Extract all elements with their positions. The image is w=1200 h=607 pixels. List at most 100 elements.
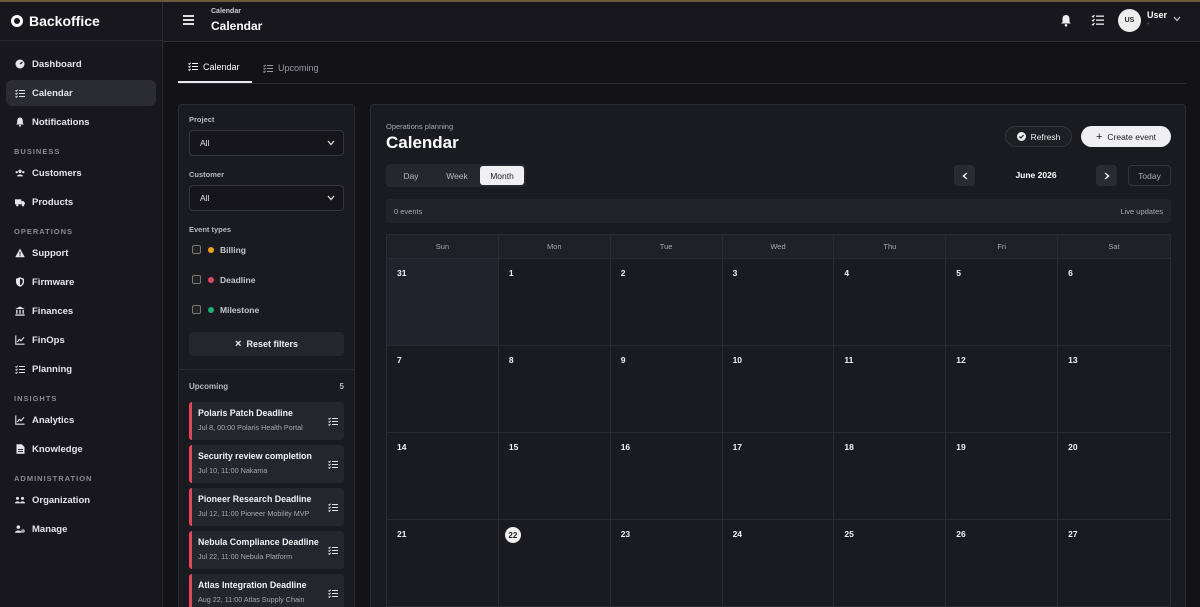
upcoming-item-meta: Aug 22, 11:00 Atlas Supply Chain — [198, 595, 305, 604]
event-color-dot — [208, 246, 214, 253]
upcoming-item[interactable]: Security review completion Jul 10, 11:00 … — [189, 445, 344, 483]
day-cell[interactable]: 14 — [387, 433, 499, 519]
week-row: 21 22 23 24 25 26 27 — [387, 520, 1170, 607]
day-cell[interactable]: 13 — [1058, 346, 1170, 432]
day-number: 20 — [1068, 442, 1078, 452]
sidebar-item-support[interactable]: Support — [6, 240, 156, 266]
day-cell[interactable]: 3 — [723, 259, 835, 345]
sidebar-item-products[interactable]: Products — [6, 189, 156, 215]
checkbox[interactable] — [192, 305, 201, 314]
day-cell[interactable]: 27 — [1058, 520, 1170, 606]
day-cell[interactable]: 5 — [946, 259, 1059, 345]
weekday-header: Mon — [499, 235, 611, 258]
reset-filters-label: Reset filters — [246, 339, 298, 349]
event-types-label: Event types — [189, 225, 232, 234]
checklist-icon[interactable] — [1091, 14, 1104, 26]
bell-icon — [15, 117, 25, 127]
day-cell[interactable]: 23 — [611, 520, 723, 606]
day-number: 2 — [620, 268, 626, 278]
sidebar-item-finances[interactable]: Finances — [6, 298, 156, 324]
day-cell[interactable]: 10 — [723, 346, 835, 432]
tab-calendar[interactable]: Calendar — [178, 52, 252, 83]
shield-icon — [15, 277, 25, 287]
sidebar-item-manage[interactable]: Manage — [6, 516, 156, 542]
view-switcher: Day Week Month — [386, 164, 526, 187]
sidebar-item-organization[interactable]: Organization — [6, 487, 156, 513]
next-month-button[interactable] — [1096, 165, 1117, 186]
day-cell[interactable]: 21 — [387, 520, 499, 606]
checklist-icon — [328, 501, 338, 513]
events-status-bar: 0 events Live updates — [386, 199, 1171, 223]
day-number: 3 — [732, 268, 738, 278]
day-cell[interactable]: 17 — [723, 433, 835, 519]
brand-name: Backoffice — [29, 13, 100, 29]
event-type-label: Milestone — [220, 304, 260, 315]
create-event-button[interactable]: + Create event — [1081, 126, 1171, 147]
view-day-button[interactable]: Day — [388, 166, 434, 185]
upcoming-item-meta: Jul 12, 11:00 Pioneer Mobility MVP — [198, 509, 310, 518]
customer-select[interactable]: All — [189, 185, 344, 211]
chevron-down-icon — [327, 140, 335, 146]
sidebar-item-label: Knowledge — [32, 443, 83, 455]
sidebar-item-knowledge[interactable]: Knowledge — [6, 436, 156, 462]
month-grid: Sun Mon Tue Wed Thu Fri Sat 31 1 2 3 4 5 6 7 8 9 10 11 12 13… — [386, 234, 1171, 607]
day-cell[interactable]: 22 — [499, 520, 611, 606]
upcoming-item[interactable]: Atlas Integration Deadline Aug 22, 11:00 … — [189, 574, 344, 607]
tab-upcoming[interactable]: Upcoming — [263, 52, 343, 84]
chevron-down-icon[interactable] — [1173, 16, 1181, 22]
sidebar-item-label: Planning — [32, 363, 73, 375]
day-cell[interactable]: 11 — [834, 346, 947, 432]
day-cell[interactable]: 6 — [1058, 259, 1170, 345]
event-type-milestone[interactable]: Milestone — [189, 302, 344, 317]
day-cell[interactable]: 16 — [611, 433, 723, 519]
sidebar-item-planning[interactable]: Planning — [6, 356, 156, 382]
upcoming-item[interactable]: Pioneer Research Deadline Jul 12, 11:00 P… — [189, 488, 344, 526]
project-select[interactable]: All — [189, 130, 344, 156]
day-cell[interactable]: 20 — [1058, 433, 1170, 519]
avatar[interactable]: US — [1118, 9, 1141, 32]
day-cell[interactable]: 18 — [834, 433, 947, 519]
day-cell[interactable]: 8 — [499, 346, 611, 432]
sidebar-item-calendar[interactable]: Calendar — [6, 80, 156, 106]
view-month-button[interactable]: Month — [480, 166, 524, 185]
checkbox[interactable] — [192, 245, 201, 254]
refresh-button[interactable]: Refresh — [1005, 126, 1072, 147]
event-type-label: Billing — [220, 244, 246, 255]
event-type-billing[interactable]: Billing — [189, 242, 344, 257]
day-cell[interactable]: 7 — [387, 346, 499, 432]
sidebar-item-firmware[interactable]: Firmware — [6, 269, 156, 295]
sidebar-item-customers[interactable]: Customers — [6, 160, 156, 186]
view-week-button[interactable]: Week — [434, 166, 480, 185]
day-cell[interactable]: 25 — [834, 520, 947, 606]
brand[interactable]: Backoffice — [0, 2, 162, 41]
upcoming-item[interactable]: Polaris Patch Deadline Jul 8, 00:00 Polar… — [189, 402, 344, 440]
sidebar-item-notifications[interactable]: Notifications — [6, 109, 156, 135]
upcoming-item-title: Nebula Compliance Deadline — [198, 537, 319, 547]
weekday-header: Thu — [834, 235, 947, 258]
sidebar-section-heading: OPERATIONS — [14, 227, 74, 236]
day-cell[interactable]: 4 — [834, 259, 947, 345]
today-button[interactable]: Today — [1128, 165, 1171, 186]
day-cell[interactable]: 31 — [387, 259, 499, 345]
day-cell[interactable]: 19 — [946, 433, 1059, 519]
menu-icon[interactable] — [183, 15, 194, 25]
reset-filters-button[interactable]: × Reset filters — [189, 332, 344, 356]
day-cell[interactable]: 12 — [946, 346, 1059, 432]
user-name[interactable]: User — [1147, 10, 1167, 20]
sidebar-item-finops[interactable]: FinOps — [6, 327, 156, 353]
checkbox[interactable] — [192, 275, 201, 284]
sidebar-item-analytics[interactable]: Analytics — [6, 407, 156, 433]
day-cell[interactable]: 9 — [611, 346, 723, 432]
tab-bar: Calendar Upcoming — [178, 52, 1186, 84]
prev-month-button[interactable] — [954, 165, 975, 186]
event-type-deadline[interactable]: Deadline — [189, 272, 344, 287]
day-cell[interactable]: 1 — [499, 259, 611, 345]
day-cell[interactable]: 26 — [946, 520, 1059, 606]
sidebar-item-dashboard[interactable]: Dashboard — [6, 51, 156, 77]
day-cell[interactable]: 15 — [499, 433, 611, 519]
bell-icon[interactable] — [1060, 14, 1072, 27]
day-cell[interactable]: 24 — [723, 520, 835, 606]
sidebar-item-label: Calendar — [32, 87, 73, 99]
upcoming-item[interactable]: Nebula Compliance Deadline Jul 22, 11:00 … — [189, 531, 344, 569]
day-cell[interactable]: 2 — [611, 259, 723, 345]
